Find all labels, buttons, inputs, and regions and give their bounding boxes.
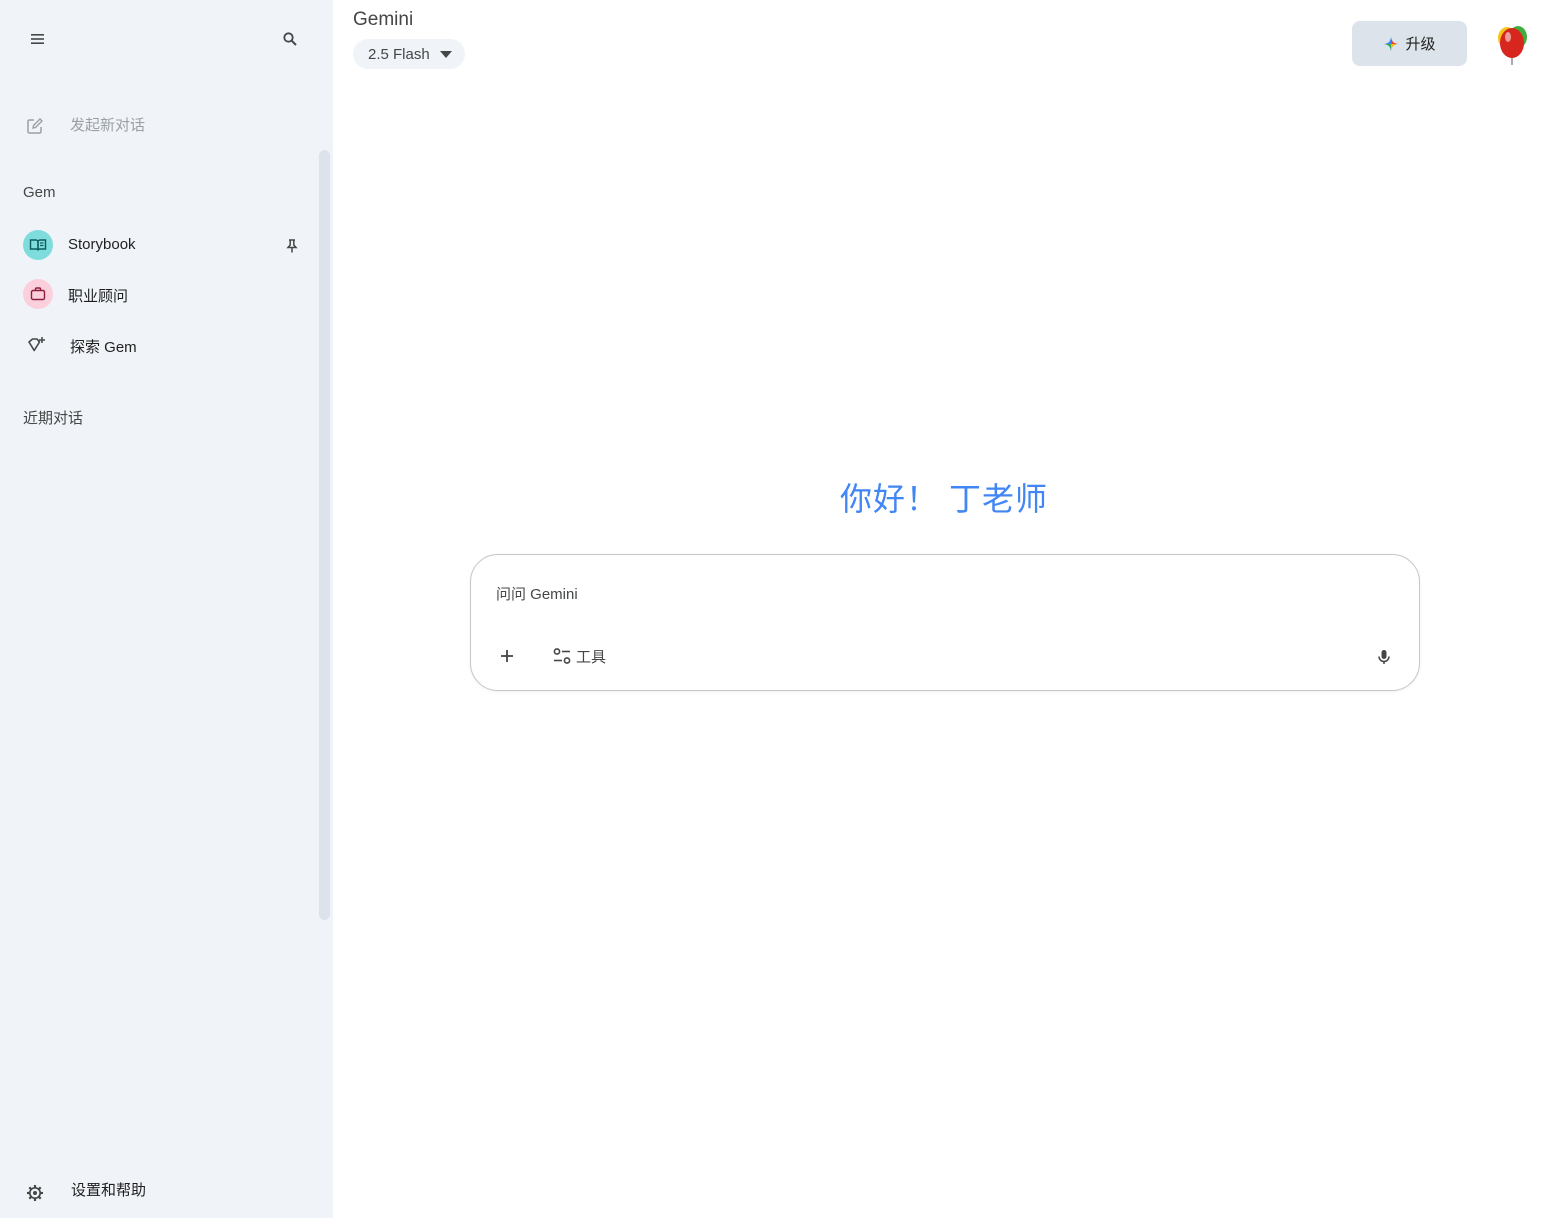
main-menu-button[interactable] <box>18 19 58 59</box>
explore-gems-button[interactable]: 探索 Gem <box>0 322 318 366</box>
prompt-input[interactable]: 问问 Gemini <box>496 583 578 604</box>
explore-gem-badge <box>21 330 51 360</box>
gemini-app: 发起新对话 Gem Storybook 职业顾问 探索 Gem 近期对话 设置和… <box>0 0 1543 1218</box>
edit-note-icon <box>27 118 43 134</box>
gem-sparkle-icon <box>28 337 45 352</box>
greeting-text: 你好！ 丁老师 <box>840 481 1048 517</box>
new-chat-button[interactable]: 发起新对话 <box>0 104 320 144</box>
sparkle-icon <box>1384 36 1399 51</box>
gem-section-title: Gem <box>23 184 56 201</box>
briefcase-icon <box>30 287 46 301</box>
add-attachment-button[interactable] <box>491 640 523 672</box>
career-advisor-badge <box>23 279 53 309</box>
prompt-composer: 问问 Gemini 工具 <box>470 554 1420 691</box>
account-avatar[interactable] <box>1490 21 1534 65</box>
upgrade-label: 升级 <box>1405 36 1436 53</box>
microphone-icon[interactable] <box>1371 644 1397 670</box>
gem-item-storybook[interactable]: Storybook <box>0 223 318 267</box>
sidebar-scrollbar[interactable] <box>319 150 330 920</box>
recent-chats-title: 近期对话 <box>23 410 84 427</box>
model-selector[interactable]: 2.5 Flash <box>353 39 465 69</box>
model-label: 2.5 Flash <box>368 45 430 63</box>
tools-label: 工具 <box>576 648 607 666</box>
gem-item-label: Storybook <box>68 236 136 253</box>
main-panel: Gemini 2.5 Flash 升级 你好！ 丁老师 问问 Gemini 工具 <box>333 0 1543 1218</box>
pin-icon[interactable] <box>283 237 301 255</box>
storybook-badge <box>23 230 53 260</box>
tune-icon <box>553 648 571 664</box>
book-icon <box>29 239 47 251</box>
gear-icon <box>27 1185 43 1201</box>
gem-item-label: 职业顾问 <box>68 288 129 305</box>
hamburger-menu-icon <box>31 34 44 44</box>
search-icon <box>283 32 297 46</box>
app-title: Gemini <box>353 9 414 30</box>
upgrade-button[interactable]: 升级 <box>1352 21 1467 66</box>
search-button[interactable] <box>270 19 310 59</box>
settings-label: 设置和帮助 <box>71 1182 147 1199</box>
sidebar: 发起新对话 Gem Storybook 职业顾问 探索 Gem 近期对话 设置和… <box>0 0 333 1218</box>
gem-item-career-advisor[interactable]: 职业顾问 <box>0 272 318 316</box>
new-chat-label: 发起新对话 <box>70 117 146 134</box>
explore-gems-label: 探索 Gem <box>70 339 137 356</box>
dropdown-caret-icon <box>440 51 452 58</box>
tools-button[interactable]: 工具 <box>551 641 621 671</box>
settings-and-help-button[interactable]: 设置和帮助 <box>0 1170 320 1210</box>
balloon-avatar-icon <box>1498 26 1527 65</box>
